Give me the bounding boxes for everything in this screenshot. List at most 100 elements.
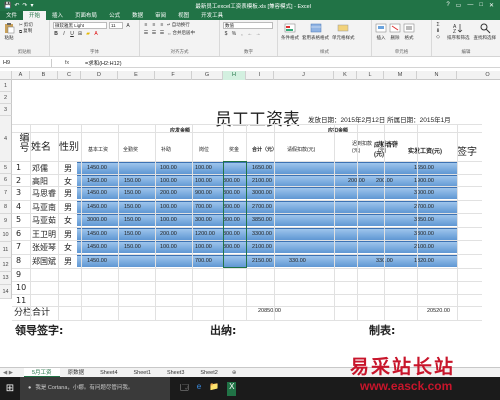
italic-icon[interactable]: I xyxy=(61,31,67,37)
cell-post[interactable]: 700.00 xyxy=(195,258,212,264)
bold-icon[interactable]: B xyxy=(53,31,59,37)
border-icon[interactable]: ⊞ xyxy=(77,31,83,37)
align-right-icon[interactable]: ☰ xyxy=(159,30,165,36)
column-header-l[interactable]: L xyxy=(357,71,384,80)
help-icon[interactable]: ? xyxy=(446,2,449,9)
cell-base[interactable]: 1450.00 xyxy=(87,178,107,184)
underline-icon[interactable]: U xyxy=(69,31,75,37)
cell-subsidy[interactable]: 100.00 xyxy=(160,165,177,171)
column-header-e[interactable]: E xyxy=(118,71,155,80)
add-sheet-icon[interactable]: ⊕ xyxy=(226,370,237,376)
column-header-g[interactable]: G xyxy=(192,71,223,80)
cell-name[interactable]: 邓儒 xyxy=(32,163,48,174)
cell-gender[interactable]: 男 xyxy=(64,163,72,174)
close-button[interactable]: ✕ xyxy=(489,2,494,9)
cell-subsidy[interactable]: 100.00 xyxy=(160,244,177,250)
align-bottom-icon[interactable]: ≡ xyxy=(159,22,165,28)
cell-gender[interactable]: 男 xyxy=(64,229,72,240)
cell-gender[interactable]: 男 xyxy=(64,256,72,267)
cell-leave[interactable]: 330.00 xyxy=(289,258,306,264)
tab-file[interactable]: 文件 xyxy=(0,11,24,20)
cell-full-attendance[interactable]: 150.00 xyxy=(124,231,141,237)
cell-no[interactable]: 10 xyxy=(16,283,26,292)
cell-no[interactable]: 5 xyxy=(16,215,21,224)
row-header-3[interactable]: 3 xyxy=(0,104,12,116)
cell-name[interactable]: 郑国斌 xyxy=(32,256,56,267)
cell-base[interactable]: 1450.00 xyxy=(87,231,107,237)
cell-total[interactable]: 3300.00 xyxy=(252,231,272,237)
cell-no[interactable]: 11 xyxy=(16,296,26,305)
column-header-m[interactable]: M xyxy=(384,71,417,80)
cell-no[interactable]: 9 xyxy=(16,270,21,279)
cell-full-attendance[interactable]: 150.00 xyxy=(124,178,141,184)
tab-page-layout[interactable]: 页面布局 xyxy=(69,11,103,20)
cell-total[interactable]: 2150.00 xyxy=(252,258,272,264)
column-header-a[interactable]: A xyxy=(12,71,30,80)
cell-gender[interactable]: 女 xyxy=(64,215,72,226)
minimize-button[interactable]: — xyxy=(467,2,473,9)
font-size-select[interactable]: 11 xyxy=(109,22,123,29)
cell-gender[interactable]: 男 xyxy=(64,202,72,213)
column-header-c[interactable]: C xyxy=(58,71,81,80)
column-header-i[interactable]: I xyxy=(246,71,274,80)
cell-base[interactable]: 3000.00 xyxy=(87,217,107,223)
cell-post[interactable]: 900.00 xyxy=(195,190,212,196)
cell-no[interactable]: 8 xyxy=(16,256,21,265)
excel-icon[interactable]: X xyxy=(227,381,237,396)
cell-no[interactable]: 6 xyxy=(16,229,21,238)
column-header-f[interactable]: F xyxy=(155,71,192,80)
maximize-button[interactable]: □ xyxy=(479,2,483,9)
cell-base[interactable]: 1450.00 xyxy=(87,244,107,250)
formula-input[interactable]: =求和(H2:H12) xyxy=(82,59,122,67)
row-header-8[interactable]: 8 xyxy=(0,201,12,214)
cell-full-attendance[interactable]: 150.00 xyxy=(124,204,141,210)
file-explorer-icon[interactable]: 📁 xyxy=(209,382,219,396)
cell-no[interactable]: 7 xyxy=(16,242,21,251)
row-header-14[interactable]: 14 xyxy=(0,285,12,299)
column-header-o[interactable]: O xyxy=(457,71,500,80)
cell-total[interactable]: 2700.00 xyxy=(252,204,272,210)
row-header-6[interactable]: 6 xyxy=(0,174,12,186)
cell-name[interactable]: 马亚南 xyxy=(32,202,56,213)
merge-center-button[interactable]: ⇔ 合并后居中 xyxy=(167,30,195,36)
comma-icon[interactable]: , xyxy=(239,31,245,37)
sheet-tab-sheet4[interactable]: Sheet4 xyxy=(92,368,125,378)
cell-name[interactable]: 马思睿 xyxy=(32,188,56,199)
row-header-11[interactable]: 11 xyxy=(0,242,12,258)
cell-no[interactable]: 1 xyxy=(16,163,21,172)
wrap-text-button[interactable]: ↵ 自动换行 xyxy=(167,22,190,28)
row-header-12[interactable]: 12 xyxy=(0,258,12,272)
cell-subsidy[interactable]: 100.00 xyxy=(160,178,177,184)
column-header-d[interactable]: D xyxy=(81,71,118,80)
sheet-tab-source-data[interactable]: 原数据 xyxy=(60,368,93,378)
tab-review[interactable]: 审阅 xyxy=(149,11,172,20)
cell-subsidy[interactable]: 100.00 xyxy=(160,204,177,210)
column-header-j[interactable]: J xyxy=(274,71,334,80)
cell-total[interactable]: 3850.00 xyxy=(252,217,272,223)
cell-base[interactable]: 1450.00 xyxy=(87,190,107,196)
cell-total[interactable]: 2100.00 xyxy=(252,178,272,184)
font-name-select[interactable]: 微软雅黑 Light xyxy=(53,22,107,29)
align-top-icon[interactable]: ≡ xyxy=(143,22,149,28)
cell-gender[interactable]: 男 xyxy=(64,188,72,199)
cell-no[interactable]: 4 xyxy=(16,202,21,211)
cell-full-attendance[interactable]: 150.00 xyxy=(124,244,141,250)
cell-post[interactable]: 100.00 xyxy=(195,178,212,184)
column-header-b[interactable]: B xyxy=(30,71,58,80)
sheet-tab-sheet1[interactable]: Sheet1 xyxy=(126,368,159,378)
cell-name[interactable]: 马亚茹 xyxy=(32,215,56,226)
cell-subsidy[interactable]: 200.00 xyxy=(160,231,177,237)
row-header-2[interactable]: 2 xyxy=(0,92,12,104)
row-header-9[interactable]: 9 xyxy=(0,214,12,229)
tab-formulas[interactable]: 公式 xyxy=(103,11,126,20)
sheet-nav-arrows[interactable]: ◀ ▶ xyxy=(0,370,24,376)
name-box[interactable]: H9 xyxy=(0,58,52,67)
column-header-n[interactable]: N xyxy=(417,71,457,80)
grow-font-icon[interactable]: A xyxy=(125,23,131,29)
cell-post[interactable]: 700.00 xyxy=(195,204,212,210)
cell-base[interactable]: 1450.00 xyxy=(87,258,107,264)
align-center-icon[interactable]: ☰ xyxy=(151,30,157,36)
sheet-tab-sheet2[interactable]: Sheet2 xyxy=(192,368,225,378)
row-header-5[interactable]: 5 xyxy=(0,162,12,174)
cell-name[interactable]: 王卫明 xyxy=(32,229,56,240)
